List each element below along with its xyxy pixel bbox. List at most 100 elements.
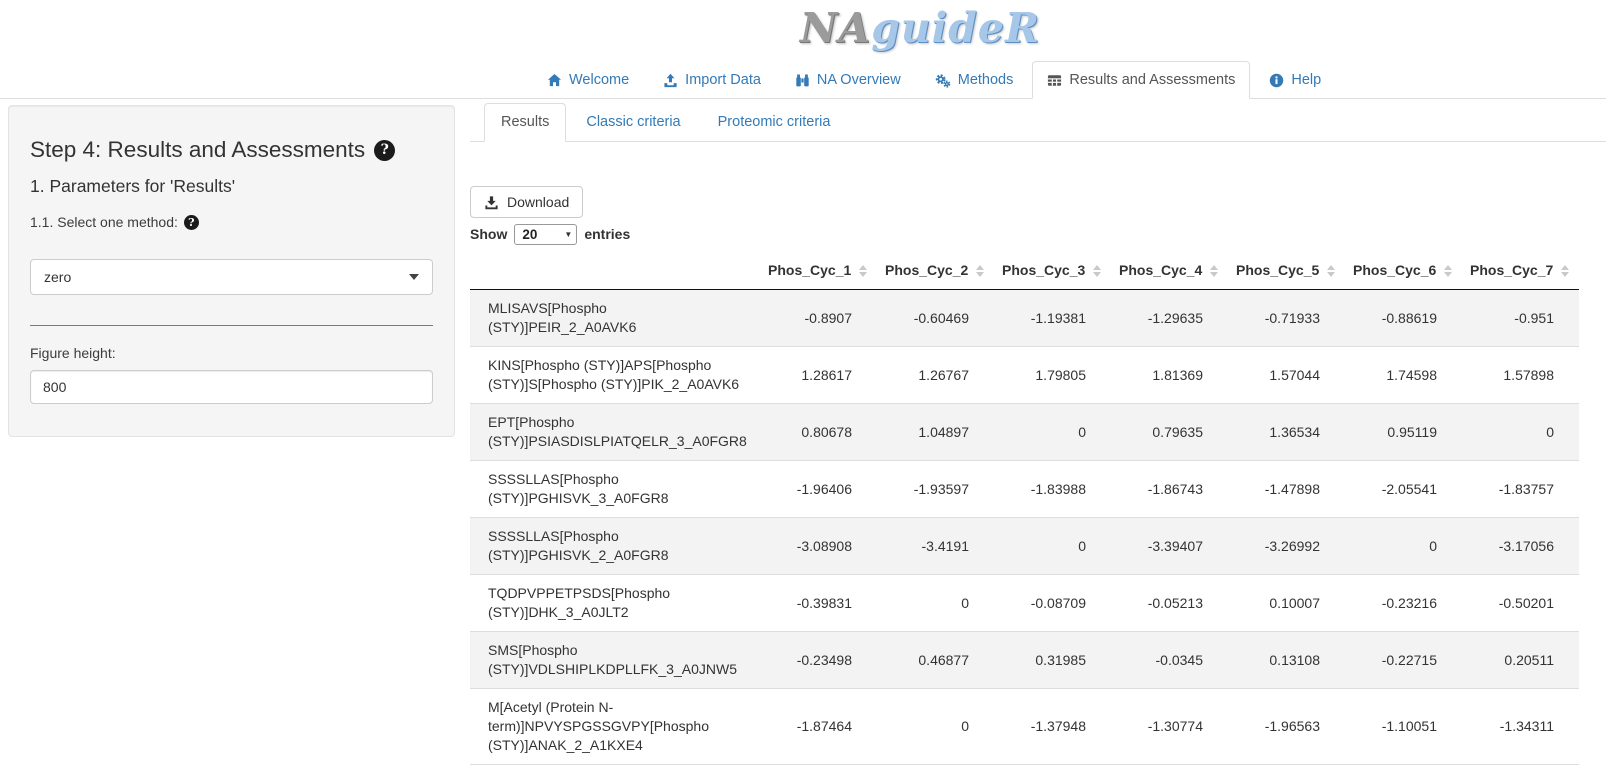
main-nav-tabs: Welcome Import Data NA Overview Methods Resu… bbox=[0, 61, 1606, 99]
column-header-phos-cyc-5[interactable]: Phos_Cyc_5 bbox=[1228, 252, 1345, 290]
main-content: ResultsClassic criteriaProteomic criteri… bbox=[470, 103, 1606, 765]
binoculars-icon bbox=[795, 73, 810, 88]
home-icon bbox=[547, 73, 562, 88]
value-cell: 0.80678 bbox=[760, 404, 877, 461]
show-label: Show bbox=[470, 226, 507, 242]
nav-tab-label: NA Overview bbox=[817, 71, 901, 89]
subtab-classic-criteria[interactable]: Classic criteria bbox=[569, 103, 697, 142]
column-header-label: Phos_Cyc_1 bbox=[768, 262, 851, 278]
value-cell: -1.34311 bbox=[1462, 689, 1579, 765]
nav-tab-methods[interactable]: Methods bbox=[920, 61, 1029, 99]
results-table: Phos_Cyc_1 Phos_Cyc_2 Phos_Cyc_3 Phos_Cyc_4… bbox=[470, 252, 1579, 765]
value-cell: 0.46877 bbox=[877, 632, 994, 689]
value-cell: -1.30774 bbox=[1111, 689, 1228, 765]
value-cell: -3.39407 bbox=[1111, 518, 1228, 575]
value-cell: -1.10051 bbox=[1345, 689, 1462, 765]
value-cell: 0.95119 bbox=[1345, 404, 1462, 461]
parameters-section-title: 1. Parameters for 'Results' bbox=[30, 176, 433, 197]
nav-tab-help[interactable]: Help bbox=[1254, 61, 1336, 99]
sort-arrows-icon bbox=[1093, 265, 1101, 277]
column-header-phos-cyc-3[interactable]: Phos_Cyc_3 bbox=[994, 252, 1111, 290]
subtab-proteomic-criteria[interactable]: Proteomic criteria bbox=[701, 103, 848, 142]
value-cell: 0.20511 bbox=[1462, 632, 1579, 689]
nav-tab-na-overview[interactable]: NA Overview bbox=[780, 61, 916, 99]
step-help-question-icon[interactable]: ? bbox=[374, 140, 395, 161]
method-select[interactable]: zero bbox=[30, 259, 433, 295]
nav-tab-label: Help bbox=[1291, 71, 1321, 89]
value-cell: -0.88619 bbox=[1345, 290, 1462, 347]
value-cell: 1.57044 bbox=[1228, 347, 1345, 404]
value-cell: -0.39831 bbox=[760, 575, 877, 632]
table-icon bbox=[1047, 73, 1062, 88]
value-cell: -0.8907 bbox=[760, 290, 877, 347]
value-cell: 1.74598 bbox=[1345, 347, 1462, 404]
subtab-results[interactable]: Results bbox=[484, 103, 566, 142]
logo-text-guider: guideR bbox=[871, 4, 1040, 52]
row-name-cell: SSSSLLAS[Phospho (STY)]PGHISVK_3_A0FGR8 bbox=[470, 461, 760, 518]
page-length-select[interactable]: 20 ▼ bbox=[514, 224, 577, 245]
figure-height-input[interactable] bbox=[30, 370, 433, 404]
value-cell: -3.4191 bbox=[877, 518, 994, 575]
value-cell: -1.83988 bbox=[994, 461, 1111, 518]
nav-tab-welcome[interactable]: Welcome bbox=[532, 61, 644, 99]
naguider-app: NAguideR WelcomeImport DataNA OverviewMe… bbox=[0, 0, 1606, 773]
page-length-value: 20 bbox=[522, 227, 537, 242]
value-cell: -0.50201 bbox=[1462, 575, 1579, 632]
value-cell: 0.31985 bbox=[994, 632, 1111, 689]
value-cell: -0.22715 bbox=[1345, 632, 1462, 689]
table-row: TQDPVPPETPSDS[Phospho (STY)]DHK_3_A0JLT2… bbox=[470, 575, 1579, 632]
value-cell: 1.04897 bbox=[877, 404, 994, 461]
sort-arrows-icon bbox=[1210, 265, 1218, 277]
column-header-phos-cyc-4[interactable]: Phos_Cyc_4 bbox=[1111, 252, 1228, 290]
value-cell: -1.83757 bbox=[1462, 461, 1579, 518]
value-cell: 0 bbox=[994, 404, 1111, 461]
value-cell: -3.26992 bbox=[1228, 518, 1345, 575]
column-header-label: Phos_Cyc_2 bbox=[885, 262, 968, 278]
column-header-label: Phos_Cyc_3 bbox=[1002, 262, 1085, 278]
nav-tab-results-and-assessments[interactable]: Results and Assessments bbox=[1032, 61, 1250, 99]
method-help-question-icon[interactable]: ? bbox=[184, 215, 199, 230]
download-button[interactable]: Download bbox=[470, 186, 583, 218]
table-row: KINS[Phospho (STY)]APS[Phospho (STY)]S[P… bbox=[470, 347, 1579, 404]
sub-tab-proteomic-criteria: Proteomic criteria bbox=[701, 103, 848, 142]
value-cell: -1.19381 bbox=[994, 290, 1111, 347]
nav-tab-label: Results and Assessments bbox=[1069, 71, 1235, 89]
value-cell: -1.96563 bbox=[1228, 689, 1345, 765]
column-header-label: Phos_Cyc_4 bbox=[1119, 262, 1202, 278]
sort-arrows-icon bbox=[1327, 265, 1335, 277]
method-selected-value: zero bbox=[44, 269, 71, 285]
nav-tab-import-data[interactable]: Import Data bbox=[648, 61, 776, 99]
value-cell: -0.60469 bbox=[877, 290, 994, 347]
value-cell: -0.0345 bbox=[1111, 632, 1228, 689]
value-cell: 1.26767 bbox=[877, 347, 994, 404]
figure-height-label: Figure height: bbox=[30, 345, 433, 361]
sort-arrows-icon bbox=[1444, 265, 1452, 277]
value-cell: -2.05541 bbox=[1345, 461, 1462, 518]
value-cell: 0 bbox=[877, 689, 994, 765]
main-tab-help: Help bbox=[1254, 61, 1336, 99]
column-header-label: Phos_Cyc_5 bbox=[1236, 262, 1319, 278]
value-cell: -0.08709 bbox=[994, 575, 1111, 632]
table-row: SSSSLLAS[Phospho (STY)]PGHISVK_3_A0FGR8 -… bbox=[470, 461, 1579, 518]
value-cell: 0 bbox=[994, 518, 1111, 575]
value-cell: -1.47898 bbox=[1228, 461, 1345, 518]
sort-arrows-icon bbox=[1561, 265, 1569, 277]
sidebar-panel: Step 4: Results and Assessments ? 1. Par… bbox=[8, 105, 455, 437]
nav-tab-label: Welcome bbox=[569, 71, 629, 89]
method-label-row: 1.1. Select one method: ? bbox=[30, 214, 433, 230]
column-header-phos-cyc-6[interactable]: Phos_Cyc_6 bbox=[1345, 252, 1462, 290]
row-name-cell: SSSSLLAS[Phospho (STY)]PGHISVK_2_A0FGR8 bbox=[470, 518, 760, 575]
column-header-phos-cyc-2[interactable]: Phos_Cyc_2 bbox=[877, 252, 994, 290]
value-cell: 1.36534 bbox=[1228, 404, 1345, 461]
info-icon bbox=[1269, 73, 1284, 88]
method-label: 1.1. Select one method: bbox=[30, 214, 178, 230]
value-cell: -0.951 bbox=[1462, 290, 1579, 347]
value-cell: -3.17056 bbox=[1462, 518, 1579, 575]
column-header-phos-cyc-1[interactable]: Phos_Cyc_1 bbox=[760, 252, 877, 290]
column-header-label: Phos_Cyc_6 bbox=[1353, 262, 1436, 278]
value-cell: -0.23498 bbox=[760, 632, 877, 689]
column-header-phos-cyc-7[interactable]: Phos_Cyc_7 bbox=[1462, 252, 1579, 290]
table-row: MLISAVS[Phospho (STY)]PEIR_2_A0AVK6-0.89… bbox=[470, 290, 1579, 347]
value-cell: -0.23216 bbox=[1345, 575, 1462, 632]
results-sub-tabs: ResultsClassic criteriaProteomic criteri… bbox=[470, 103, 1606, 142]
